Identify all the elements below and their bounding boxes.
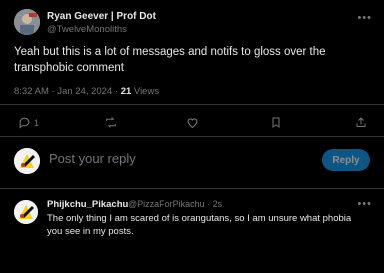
reply-icon xyxy=(19,117,30,129)
author-name[interactable]: Ryan Geever | Prof Dot xyxy=(47,11,156,22)
user-avatar[interactable] xyxy=(14,148,40,174)
reply-input[interactable]: Post your reply xyxy=(49,151,136,166)
tweet-time[interactable]: 8:32 AM · Jan 24, 2024 · xyxy=(14,86,121,97)
share-icon xyxy=(356,117,366,127)
reply-author-handle[interactable]: @PizzaForPikachu · 2s xyxy=(128,199,222,209)
divider xyxy=(0,104,384,105)
repost-action[interactable] xyxy=(104,116,118,129)
tweet-meta: 8:32 AM · Jan 24, 2024 · 21 Views xyxy=(14,86,159,97)
share-action[interactable] xyxy=(355,116,367,129)
views-count: 21 xyxy=(120,86,132,97)
bookmark-action[interactable] xyxy=(270,116,282,129)
author-avatar[interactable] xyxy=(14,9,40,35)
views-label: Views xyxy=(131,86,160,97)
author-handle[interactable]: @TwelveMonoliths xyxy=(47,24,127,35)
bookmark-icon xyxy=(272,117,280,128)
reply-button[interactable]: Reply xyxy=(322,149,370,171)
divider xyxy=(0,188,384,189)
divider xyxy=(0,136,384,137)
more-icon[interactable]: ••• xyxy=(357,198,372,210)
heart-icon xyxy=(187,118,198,129)
reply-author-name[interactable]: Phijkchu_Pikachu xyxy=(47,199,128,210)
repost-icon xyxy=(106,117,116,128)
tweet-text: Yeah but this is a lot of messages and n… xyxy=(14,46,326,74)
like-action[interactable] xyxy=(186,116,199,129)
reply-action[interactable]: 1 xyxy=(18,116,39,129)
more-icon[interactable]: ••• xyxy=(357,12,372,24)
reply-count: 1 xyxy=(34,117,40,128)
reply-text: The only thing I am scared of is orangut… xyxy=(47,213,352,237)
reply-author-avatar[interactable] xyxy=(14,200,38,224)
